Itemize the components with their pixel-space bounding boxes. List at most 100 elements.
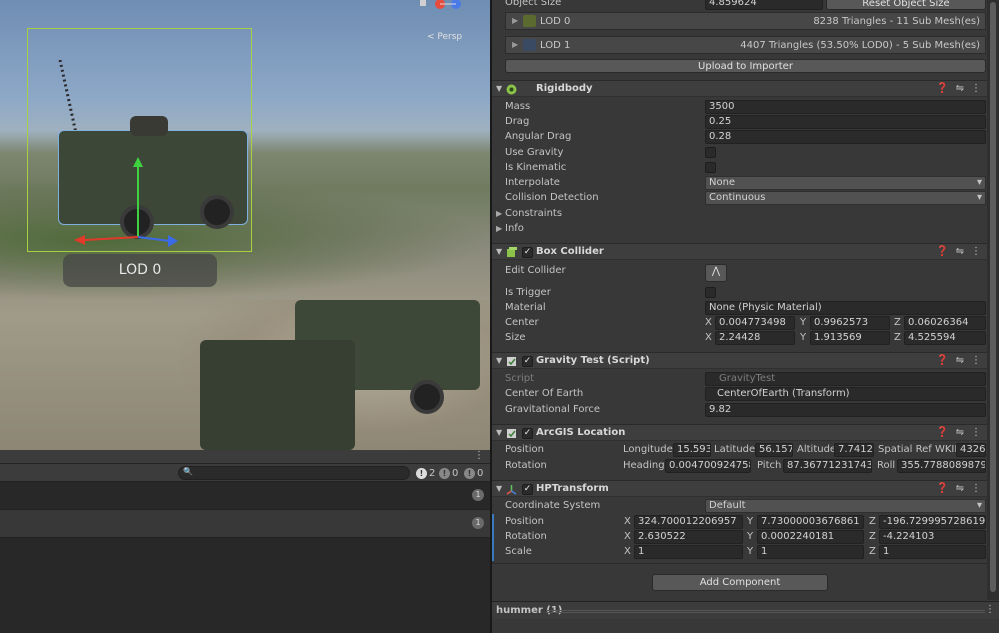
- foldout-arrow-icon[interactable]: ▼: [496, 84, 502, 93]
- enabled-checkbox[interactable]: ✓: [522, 428, 533, 439]
- is-trigger-checkbox[interactable]: [705, 287, 716, 298]
- position-z-field[interactable]: -196.729995728619: [879, 515, 986, 529]
- latitude-field[interactable]: 56.1577: [755, 443, 793, 457]
- reset-object-size-button[interactable]: Reset Object Size: [826, 0, 986, 10]
- collision-detection-dropdown[interactable]: Continuous: [705, 191, 986, 205]
- perspective-label[interactable]: < Persp: [427, 32, 462, 42]
- pitch-field[interactable]: 87.3677123174323: [783, 459, 872, 473]
- position-x-field[interactable]: 324.700012206957: [634, 515, 743, 529]
- scene-view[interactable]: < Persp LOD 0: [0, 0, 490, 450]
- edit-collider-button[interactable]: ⋀: [705, 264, 727, 282]
- gravity-test-header[interactable]: ▼ ✓ Gravity Test (Script) ❓ ⇋ ⋮: [492, 352, 987, 369]
- expand-arrow-icon[interactable]: ▶: [496, 224, 502, 233]
- rotation-z-field[interactable]: -4.224103: [879, 530, 986, 544]
- center-x-field[interactable]: 0.004773498: [715, 316, 795, 330]
- humvee-3[interactable]: [200, 340, 355, 450]
- size-y-field[interactable]: 1.913569: [810, 331, 890, 345]
- more-menu-icon[interactable]: ⋮: [474, 450, 484, 461]
- angular-drag-field[interactable]: 0.28: [705, 130, 986, 144]
- wkid-field[interactable]: 4326: [956, 443, 986, 457]
- enabled-checkbox[interactable]: ✓: [522, 484, 533, 495]
- context-menu-icon[interactable]: ⋮: [971, 83, 981, 94]
- upload-to-importer-button[interactable]: Upload to Importer: [505, 59, 986, 73]
- foldout-arrow-icon[interactable]: ▼: [496, 428, 502, 437]
- drag-handle[interactable]: [546, 610, 985, 613]
- move-gizmo[interactable]: [70, 155, 190, 255]
- size-x-field[interactable]: 2.24428: [715, 331, 795, 345]
- preset-icon[interactable]: ⇋: [956, 427, 964, 438]
- is-kinematic-checkbox[interactable]: [705, 162, 716, 173]
- foldout-arrow-icon[interactable]: ▼: [496, 247, 502, 256]
- add-component-button[interactable]: Add Component: [652, 574, 828, 591]
- help-icon[interactable]: ❓: [936, 427, 948, 438]
- enabled-checkbox[interactable]: ✓: [522, 356, 533, 367]
- scale-z-field[interactable]: 1: [879, 545, 986, 559]
- preset-icon[interactable]: ⇋: [956, 355, 964, 366]
- log-entry[interactable]: 1: [0, 482, 490, 510]
- use-gravity-checkbox[interactable]: [705, 147, 716, 158]
- inspector-scrollbar[interactable]: [987, 0, 999, 600]
- center-z-field[interactable]: 0.06026364: [904, 316, 986, 330]
- size-z-field[interactable]: 4.525594: [904, 331, 986, 345]
- more-menu-icon[interactable]: ⋮: [985, 604, 995, 615]
- component-title: Box Collider: [536, 246, 604, 257]
- context-menu-icon[interactable]: ⋮: [971, 246, 981, 257]
- preset-icon[interactable]: ⇋: [956, 83, 964, 94]
- preset-icon[interactable]: ⇋: [956, 246, 964, 257]
- help-icon[interactable]: ❓: [936, 246, 948, 257]
- box-collider-header[interactable]: ▼ ✓ Box Collider ❓ ⇋ ⋮: [492, 243, 987, 260]
- coordinate-system-dropdown[interactable]: Default: [705, 499, 986, 513]
- warn-filter-toggle[interactable]: ! 0: [439, 466, 458, 480]
- rotation-x-field[interactable]: 2.630522: [634, 530, 743, 544]
- rigidbody-header[interactable]: ▼ Rigidbody ❓ ⇋ ⋮: [492, 80, 987, 97]
- altitude-field[interactable]: 7.74128: [834, 443, 874, 457]
- axis-z-label: Z: [894, 317, 901, 328]
- log-entry[interactable]: 1: [0, 510, 490, 538]
- constraints-label[interactable]: Constraints: [505, 208, 562, 219]
- warning-filter-toggle[interactable]: ! 2: [416, 466, 435, 480]
- enabled-checkbox[interactable]: ✓: [522, 247, 533, 258]
- error-filter-toggle[interactable]: ! 0: [464, 466, 483, 480]
- lod-0-row[interactable]: ▶ LOD 0 8238 Triangles - 11 Sub Mesh(es): [505, 12, 986, 30]
- position-y-field[interactable]: 7.73000003676861: [757, 515, 864, 529]
- mass-field[interactable]: 3500: [705, 100, 986, 114]
- help-icon[interactable]: ❓: [936, 355, 948, 366]
- object-size-field[interactable]: 4.859624: [705, 0, 823, 10]
- orientation-gizmo[interactable]: [410, 0, 472, 20]
- preset-icon[interactable]: ⇋: [956, 483, 964, 494]
- heading-field[interactable]: 0.0047009247587: [665, 459, 751, 473]
- interpolate-dropdown[interactable]: None: [705, 176, 986, 190]
- info-row[interactable]: ▶ Info: [492, 222, 987, 237]
- is-trigger-row: Is Trigger: [492, 286, 987, 301]
- foldout-arrow-icon[interactable]: ▼: [496, 484, 502, 493]
- lod-1-row[interactable]: ▶ LOD 1 4407 Triangles (53.50% LOD0) - 5…: [505, 36, 986, 54]
- console-tabbar: ⋮: [0, 450, 490, 464]
- scale-y-field[interactable]: 1: [757, 545, 864, 559]
- center-y-field[interactable]: 0.9962573: [810, 316, 890, 330]
- context-menu-icon[interactable]: ⋮: [971, 483, 981, 494]
- help-icon[interactable]: ❓: [936, 483, 948, 494]
- context-menu-icon[interactable]: ⋮: [971, 427, 981, 438]
- expand-arrow-icon[interactable]: ▶: [496, 209, 502, 218]
- drag-field[interactable]: 0.25: [705, 115, 986, 129]
- roll-field[interactable]: 355.778808987917: [897, 459, 986, 473]
- material-field[interactable]: None (Physic Material): [705, 301, 986, 315]
- foldout-arrow-icon[interactable]: ▼: [496, 356, 502, 365]
- center-label: Center: [505, 317, 539, 328]
- scale-x-field[interactable]: 1: [634, 545, 743, 559]
- console-search-input[interactable]: 🔍: [178, 466, 410, 480]
- arcgis-location-header[interactable]: ▼ ✓ ArcGIS Location ❓ ⇋ ⋮: [492, 424, 987, 441]
- expand-arrow-icon[interactable]: ▶: [512, 16, 518, 25]
- expand-arrow-icon[interactable]: ▶: [512, 40, 518, 49]
- preview-footer[interactable]: hummer (1) ⋮: [492, 601, 999, 619]
- longitude-field[interactable]: 15.5934: [673, 443, 711, 457]
- constraints-row[interactable]: ▶ Constraints: [492, 207, 987, 222]
- help-icon[interactable]: ❓: [936, 83, 948, 94]
- scrollbar-thumb[interactable]: [990, 2, 996, 592]
- info-label[interactable]: Info: [505, 223, 524, 234]
- hptransform-header[interactable]: ▼ ✓ HPTransform ❓ ⇋ ⋮: [492, 480, 987, 497]
- gravitational-force-field[interactable]: 9.82: [705, 403, 986, 417]
- context-menu-icon[interactable]: ⋮: [971, 355, 981, 366]
- center-of-earth-field[interactable]: CenterOfEarth (Transform): [705, 387, 986, 401]
- rotation-y-field[interactable]: 0.0002240181: [757, 530, 864, 544]
